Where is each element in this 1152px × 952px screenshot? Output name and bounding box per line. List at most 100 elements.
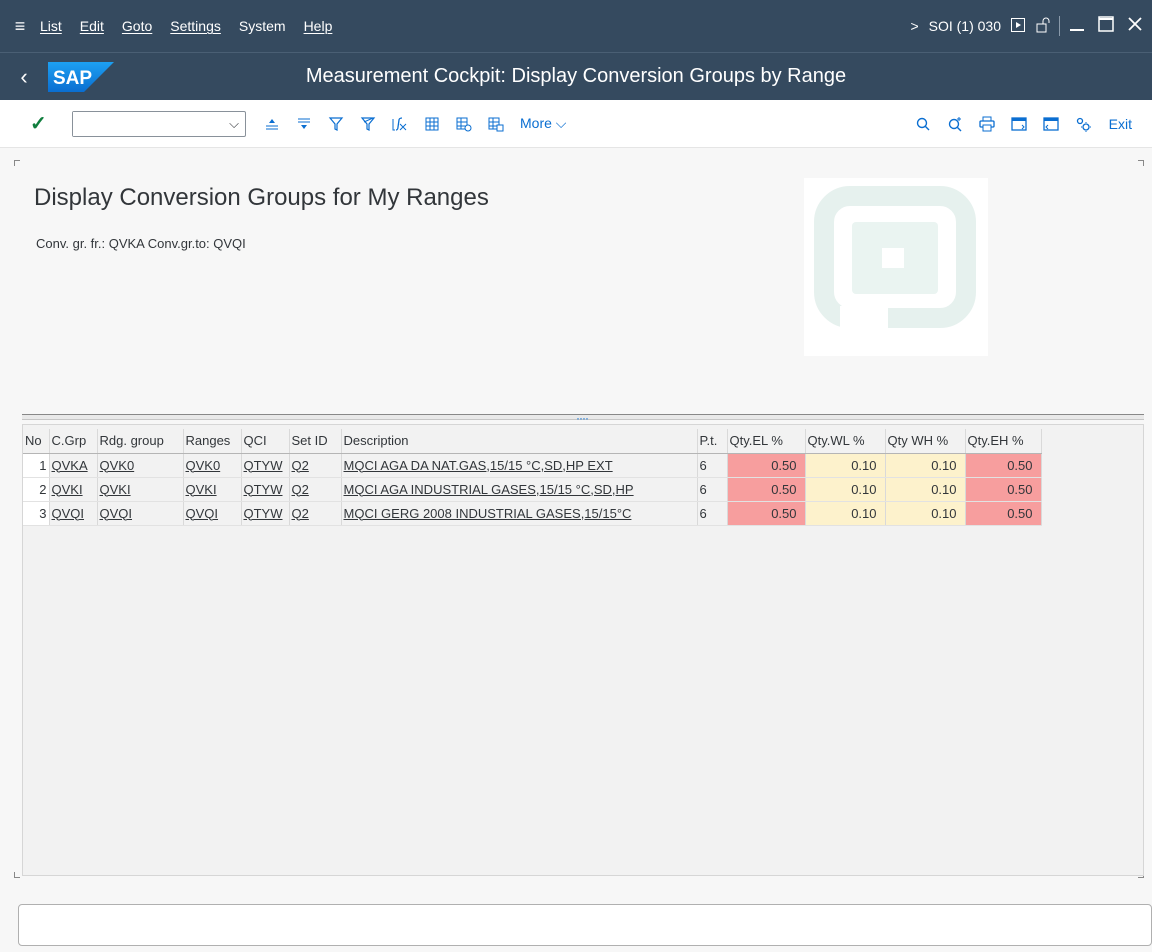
cell-qty-wh[interactable]: 0.10 <box>885 453 966 478</box>
frame-corner <box>14 872 20 878</box>
cell-qty-el[interactable]: 0.50 <box>727 501 806 526</box>
column-header-qty-wl[interactable]: Qty.WL % <box>805 429 886 454</box>
cell-qty-el[interactable]: 0.50 <box>727 453 806 478</box>
menu-system[interactable]: System <box>239 18 286 34</box>
cell-pt[interactable]: 6 <box>697 501 728 526</box>
command-field[interactable]: ⌵ <box>72 110 246 137</box>
delete-filter-icon[interactable] <box>352 109 384 139</box>
close-icon[interactable] <box>1128 16 1142 36</box>
print-icon[interactable] <box>971 109 1003 139</box>
menu-help[interactable]: Help <box>304 18 333 34</box>
sort-ascending-icon[interactable] <box>256 109 288 139</box>
cell-qci[interactable]: QTYW <box>241 477 290 502</box>
chevron-down-icon: ⌵ <box>555 115 567 131</box>
search-next-icon[interactable] <box>939 109 971 139</box>
more-button[interactable]: More ⌵ <box>520 115 566 132</box>
cell-qty-wh[interactable]: 0.10 <box>885 477 966 502</box>
exit-button[interactable]: Exit <box>1109 116 1132 132</box>
menu-goto[interactable]: Goto <box>122 18 152 34</box>
menu-bar: ≡ List Edit Goto Settings System Help > … <box>0 0 1152 52</box>
cell-qty-wl[interactable]: 0.10 <box>805 477 886 502</box>
menu-settings[interactable]: Settings <box>170 18 221 34</box>
sort-descending-icon[interactable] <box>288 109 320 139</box>
list-header: Display Conversion Groups for My Ranges … <box>22 166 1144 418</box>
table-row[interactable]: 1 QVKA QVK0 QVK0 QTYW Q2 MQCI AGA DA NAT… <box>23 453 1042 478</box>
column-header-ranges[interactable]: Ranges <box>183 429 242 454</box>
column-header-pt[interactable]: P.t. <box>697 429 728 454</box>
search-icon[interactable] <box>907 109 939 139</box>
chevron-right-icon[interactable]: > <box>910 18 918 34</box>
column-header-qty-eh[interactable]: Qty.EH % <box>965 429 1042 454</box>
window-split-icon[interactable] <box>1035 109 1067 139</box>
column-header-qty-el[interactable]: Qty.EL % <box>727 429 806 454</box>
column-header-no[interactable]: No <box>23 429 50 454</box>
menu-list[interactable]: List <box>40 18 62 34</box>
more-label: More <box>520 115 552 131</box>
cell-ranges[interactable]: QVKI <box>183 477 242 502</box>
column-header-cgrp[interactable]: C.Grp <box>49 429 98 454</box>
sap-logo: SAP <box>48 61 114 92</box>
maximize-icon[interactable] <box>1098 15 1114 37</box>
play-box-icon[interactable] <box>1011 17 1025 35</box>
cell-description[interactable]: MQCI GERG 2008 INDUSTRIAL GASES,15/15°C <box>341 501 698 526</box>
command-input[interactable] <box>73 111 223 136</box>
window-new-icon[interactable] <box>1003 109 1035 139</box>
hamburger-menu-icon[interactable]: ≡ <box>0 16 40 37</box>
cell-qty-eh[interactable]: 0.50 <box>965 453 1042 478</box>
splitter-grip-icon[interactable]: ···· <box>576 411 589 425</box>
minimize-icon[interactable] <box>1070 17 1084 36</box>
table-export-icon[interactable] <box>480 109 512 139</box>
cell-no[interactable]: 1 <box>23 453 50 478</box>
menu-edit[interactable]: Edit <box>80 18 104 34</box>
cell-qci[interactable]: QTYW <box>241 453 290 478</box>
column-header-rdg-group[interactable]: Rdg. group <box>97 429 184 454</box>
sap-logo-text: SAP <box>53 68 92 89</box>
cell-rdg-group[interactable]: QVKI <box>97 477 184 502</box>
unlock-icon[interactable] <box>1035 17 1051 36</box>
cell-rdg-group[interactable]: QVQI <box>97 501 184 526</box>
cell-pt[interactable]: 6 <box>697 477 728 502</box>
cell-rdg-group[interactable]: QVK0 <box>97 453 184 478</box>
column-header-qci[interactable]: QCI <box>241 429 290 454</box>
cell-qty-el[interactable]: 0.50 <box>727 477 806 502</box>
column-header-qty-wh[interactable]: Qty WH % <box>885 429 966 454</box>
back-icon[interactable]: ‹ <box>6 64 42 90</box>
cell-ranges[interactable]: QVQI <box>183 501 242 526</box>
cell-no[interactable]: 2 <box>23 477 50 502</box>
filter-icon[interactable] <box>320 109 352 139</box>
application-toolbar: ✓ ⌵ More ⌵ Exit <box>0 100 1152 148</box>
cell-qty-eh[interactable]: 0.50 <box>965 501 1042 526</box>
table-row[interactable]: 3 QVQI QVQI QVQI QTYW Q2 MQCI GERG 2008 … <box>23 501 1042 526</box>
table-grid-icon[interactable] <box>416 109 448 139</box>
cell-set-id[interactable]: Q2 <box>289 477 342 502</box>
cell-set-id[interactable]: Q2 <box>289 453 342 478</box>
results-grid: No C.Grp Rdg. group Ranges QCI Set ID De… <box>22 424 1144 876</box>
column-header-set-id[interactable]: Set ID <box>289 429 342 454</box>
page-window-title: Measurement Cockpit: Display Conversion … <box>305 65 847 87</box>
cell-qty-wl[interactable]: 0.10 <box>805 501 886 526</box>
column-header-description[interactable]: Description <box>341 429 698 454</box>
cell-description[interactable]: MQCI AGA DA NAT.GAS,15/15 °C,SD,HP EXT <box>341 453 698 478</box>
cell-qty-wl[interactable]: 0.10 <box>805 453 886 478</box>
cell-qty-wh[interactable]: 0.10 <box>885 501 966 526</box>
cell-description[interactable]: MQCI AGA INDUSTRIAL GASES,15/15 °C,SD,HP <box>341 477 698 502</box>
formula-icon[interactable] <box>384 109 416 139</box>
cell-cgrp[interactable]: QVKI <box>49 477 98 502</box>
cell-no[interactable]: 3 <box>23 501 50 526</box>
table-row[interactable]: 2 QVKI QVKI QVKI QTYW Q2 MQCI AGA INDUST… <box>23 477 1042 502</box>
gui-settings-icon[interactable] <box>1067 109 1099 139</box>
system-info-text[interactable]: SOI (1) 030 <box>929 18 1001 34</box>
toolbar-right-actions: Exit <box>907 109 1148 139</box>
splitter-handle[interactable]: ···· <box>22 411 1144 425</box>
enter-check-icon[interactable]: ✓ <box>30 111 66 136</box>
company-logo <box>804 178 988 356</box>
cell-ranges[interactable]: QVK0 <box>183 453 242 478</box>
cell-set-id[interactable]: Q2 <box>289 501 342 526</box>
cell-cgrp[interactable]: QVKA <box>49 453 98 478</box>
cell-cgrp[interactable]: QVQI <box>49 501 98 526</box>
chevron-down-icon[interactable]: ⌵ <box>229 116 239 132</box>
table-settings-icon[interactable] <box>448 109 480 139</box>
cell-qty-eh[interactable]: 0.50 <box>965 477 1042 502</box>
cell-qci[interactable]: QTYW <box>241 501 290 526</box>
cell-pt[interactable]: 6 <box>697 453 728 478</box>
